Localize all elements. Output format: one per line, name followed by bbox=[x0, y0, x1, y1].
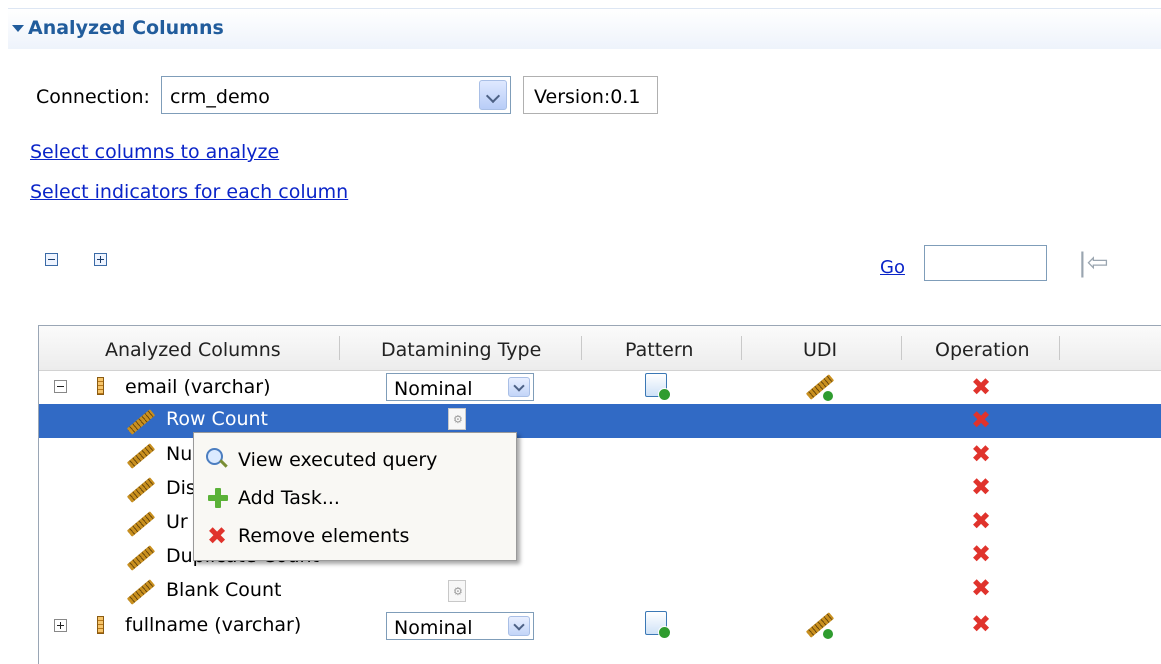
indicator-options-icon[interactable] bbox=[448, 408, 466, 430]
header-udi[interactable]: UDI bbox=[803, 339, 837, 361]
delete-icon[interactable]: ✖ bbox=[970, 542, 992, 566]
delete-icon[interactable]: ✖ bbox=[970, 576, 992, 600]
datamining-type-select[interactable]: Nominal bbox=[386, 373, 534, 401]
go-first-icon[interactable]: |⇦ bbox=[1078, 250, 1109, 276]
version-text: Version:0.1 bbox=[534, 86, 641, 108]
table-row-label[interactable]: email (varchar) bbox=[125, 376, 271, 398]
section-title[interactable]: Analyzed Columns bbox=[28, 17, 224, 39]
menu-item-label: Add Task... bbox=[238, 487, 340, 509]
add-udi-icon[interactable] bbox=[805, 612, 835, 640]
plus-icon bbox=[204, 486, 230, 510]
magnifier-icon bbox=[204, 448, 230, 472]
menu-item-label: View executed query bbox=[238, 449, 438, 471]
collapse-triangle-icon[interactable] bbox=[12, 25, 24, 32]
column-icon bbox=[97, 377, 104, 395]
green-plus bbox=[208, 488, 228, 508]
table-row-label[interactable]: fullname (varchar) bbox=[125, 614, 301, 636]
context-menu: View executed query Add Task... ✖ Remove… bbox=[193, 432, 517, 561]
header-pattern[interactable]: Pattern bbox=[625, 339, 693, 361]
red-x: ✖ bbox=[206, 522, 228, 550]
chevron-down-icon bbox=[485, 88, 501, 104]
table-row-label[interactable]: Row Count bbox=[166, 408, 268, 430]
header-separator bbox=[901, 336, 902, 360]
dropdown-button[interactable] bbox=[508, 616, 530, 636]
menu-item-remove-elements[interactable]: ✖ Remove elements bbox=[202, 518, 507, 552]
collapse-all-icon[interactable] bbox=[45, 253, 58, 266]
lens-handle bbox=[219, 459, 228, 468]
datamining-type-select[interactable]: Nominal bbox=[386, 612, 534, 640]
header-separator bbox=[339, 336, 340, 360]
add-udi-icon[interactable] bbox=[805, 374, 835, 402]
delete-icon: ✖ bbox=[204, 524, 230, 548]
indicator-options-icon[interactable] bbox=[448, 580, 466, 602]
table-header: Analyzed Columns Datamining Type Pattern… bbox=[39, 326, 1161, 371]
delete-icon[interactable]: ✖ bbox=[970, 475, 992, 499]
header-separator bbox=[1059, 336, 1060, 360]
connection-value: crm_demo bbox=[170, 86, 270, 108]
table-row-label[interactable]: Blank Count bbox=[166, 579, 281, 601]
select-indicators-link[interactable]: Select indicators for each column bbox=[30, 181, 348, 203]
delete-icon[interactable]: ✖ bbox=[970, 375, 992, 399]
header-datamining-type[interactable]: Datamining Type bbox=[381, 339, 541, 361]
collapse-row-icon[interactable] bbox=[54, 380, 67, 393]
table-row-label[interactable]: Dis bbox=[166, 477, 196, 499]
ruler-icon bbox=[805, 612, 835, 638]
chevron-down-icon bbox=[513, 380, 525, 392]
delete-icon[interactable]: ✖ bbox=[970, 509, 992, 533]
datamining-type-value: Nominal bbox=[394, 617, 473, 639]
table-row-label[interactable]: Nu bbox=[166, 443, 192, 465]
header-separator bbox=[581, 336, 582, 360]
chevron-down-icon bbox=[513, 619, 525, 631]
datamining-type-value: Nominal bbox=[394, 378, 473, 400]
menu-item-label: Remove elements bbox=[238, 525, 410, 547]
go-input[interactable] bbox=[924, 245, 1047, 281]
expand-row-icon[interactable] bbox=[54, 619, 67, 632]
menu-item-view-executed-query[interactable]: View executed query bbox=[202, 442, 507, 476]
column-icon bbox=[97, 616, 104, 634]
delete-icon[interactable]: ✖ bbox=[970, 612, 992, 636]
delete-icon[interactable]: ✖ bbox=[970, 442, 992, 466]
dropdown-button[interactable] bbox=[508, 377, 530, 397]
add-pattern-icon[interactable] bbox=[645, 373, 671, 401]
header-analyzed-columns[interactable]: Analyzed Columns bbox=[105, 339, 281, 361]
header-separator bbox=[741, 336, 742, 360]
select-columns-link[interactable]: Select columns to analyze bbox=[30, 141, 279, 163]
go-link[interactable]: Go bbox=[880, 257, 905, 278]
table-row-label[interactable]: Ur bbox=[166, 511, 188, 533]
ruler-icon bbox=[805, 374, 835, 400]
connection-label: Connection: bbox=[36, 86, 150, 108]
header-operation[interactable]: Operation bbox=[935, 339, 1030, 361]
menu-item-add-task[interactable]: Add Task... bbox=[202, 480, 507, 514]
expand-all-icon[interactable] bbox=[94, 253, 107, 266]
connection-dropdown-button[interactable] bbox=[479, 80, 507, 110]
delete-icon[interactable]: ✖ bbox=[970, 408, 992, 432]
add-pattern-icon[interactable] bbox=[645, 611, 671, 639]
